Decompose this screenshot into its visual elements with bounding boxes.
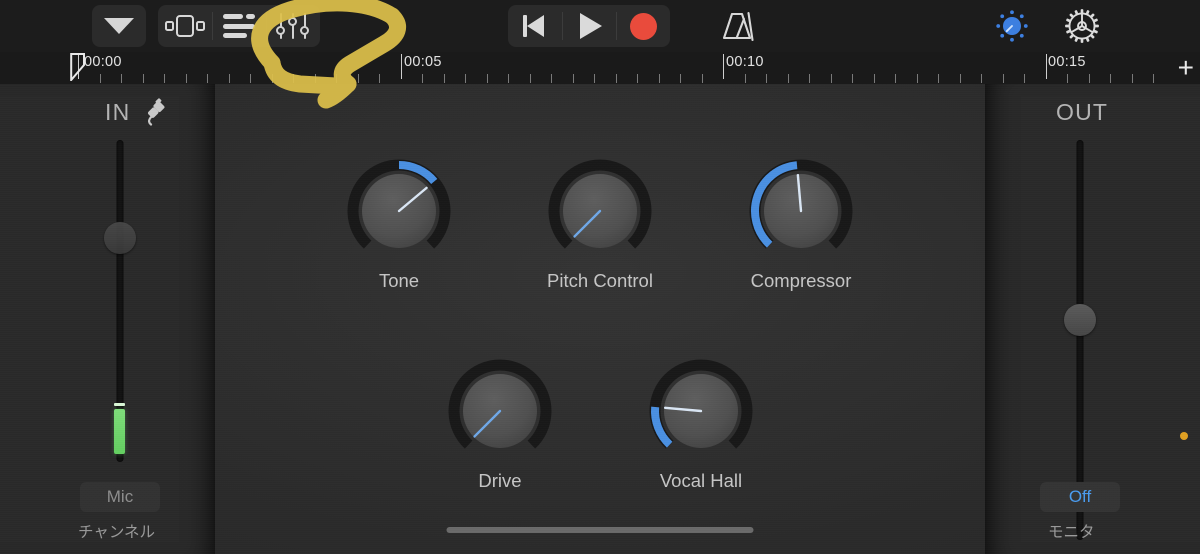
top-toolbar [0,0,1200,52]
knob-dial[interactable] [746,156,856,266]
knob-label: Pitch Control [547,270,653,291]
home-indicator [446,527,754,533]
metronome-button[interactable] [710,5,764,47]
ruler-time-label: 00:15 [1048,54,1086,70]
record-button[interactable] [616,5,670,47]
playhead-marker[interactable] [70,53,86,81]
track-view-button[interactable] [158,5,212,47]
navigation-menu-button[interactable] [92,5,146,47]
gear-icon [1065,9,1099,43]
input-level-peak [114,403,125,406]
knob-label: Drive [478,470,522,491]
knob-vocal-hall[interactable]: Vocal Hall [646,356,756,491]
input-label: IN [105,99,131,125]
monitor-toggle-button[interactable]: Off [1040,482,1120,512]
input-slider-knob[interactable] [104,222,136,254]
transport-button-group [508,5,670,47]
output-volume-slider[interactable] [1060,140,1100,540]
ruler-time-label: 00:05 [404,54,442,70]
monitor-caption: モニタ [1048,524,1095,541]
play-icon [580,13,602,39]
output-slider-knob[interactable] [1064,304,1096,336]
settings-button[interactable] [1055,5,1109,47]
metronome-off-icon [722,11,754,42]
navigation-button-group [92,5,146,47]
rewind-button[interactable] [508,5,562,47]
track-controls-knob-icon [996,10,1028,42]
knob-dial[interactable] [344,156,454,266]
output-label: OUT [1056,99,1109,125]
view-button-group [158,5,320,47]
knob-dial[interactable] [646,356,756,466]
loop-browser-button[interactable] [212,5,266,47]
status-indicator-dot [1180,432,1188,440]
timeline-ruler[interactable]: 00:00 00:05 00:10 00:15 + [0,52,1200,84]
plugin-panel: IN Mic チャンネル OUT Off モニタ Tone Pitch Cont… [0,84,1200,554]
chevron-down-icon [104,18,134,34]
loop-browser-icon [223,14,255,38]
faders-icon [275,13,309,39]
input-source-button[interactable]: Mic [80,482,160,512]
input-level-meter [114,409,125,454]
input-source-caption: チャンネル [78,524,156,541]
knob-pitch-control[interactable]: Pitch Control [545,156,655,291]
knob-dial[interactable] [545,156,655,266]
track-controls-button[interactable] [985,5,1039,47]
output-slider-track[interactable] [1076,140,1084,540]
knob-drive[interactable]: Drive [445,356,555,491]
play-button[interactable] [562,5,616,47]
garageband-app: 00:00 00:05 00:10 00:15 + IN Mic チャンネル O… [0,0,1200,554]
knob-compressor[interactable]: Compressor [746,156,856,291]
add-track-button[interactable]: + [1178,54,1194,82]
rewind-to-start-icon [523,14,547,38]
knob-dial[interactable] [445,356,555,466]
knob-label: Vocal Hall [659,470,743,491]
fx-faders-button[interactable] [266,5,320,47]
record-icon [629,12,657,40]
audio-plug-icon [148,98,165,126]
knob-tone[interactable]: Tone [344,156,454,291]
ruler-time-label: 00:00 [84,54,122,70]
track-view-icon [165,15,205,37]
knob-label: Compressor [750,270,852,291]
ruler-time-label: 00:10 [726,54,764,70]
knob-label: Tone [378,270,420,291]
